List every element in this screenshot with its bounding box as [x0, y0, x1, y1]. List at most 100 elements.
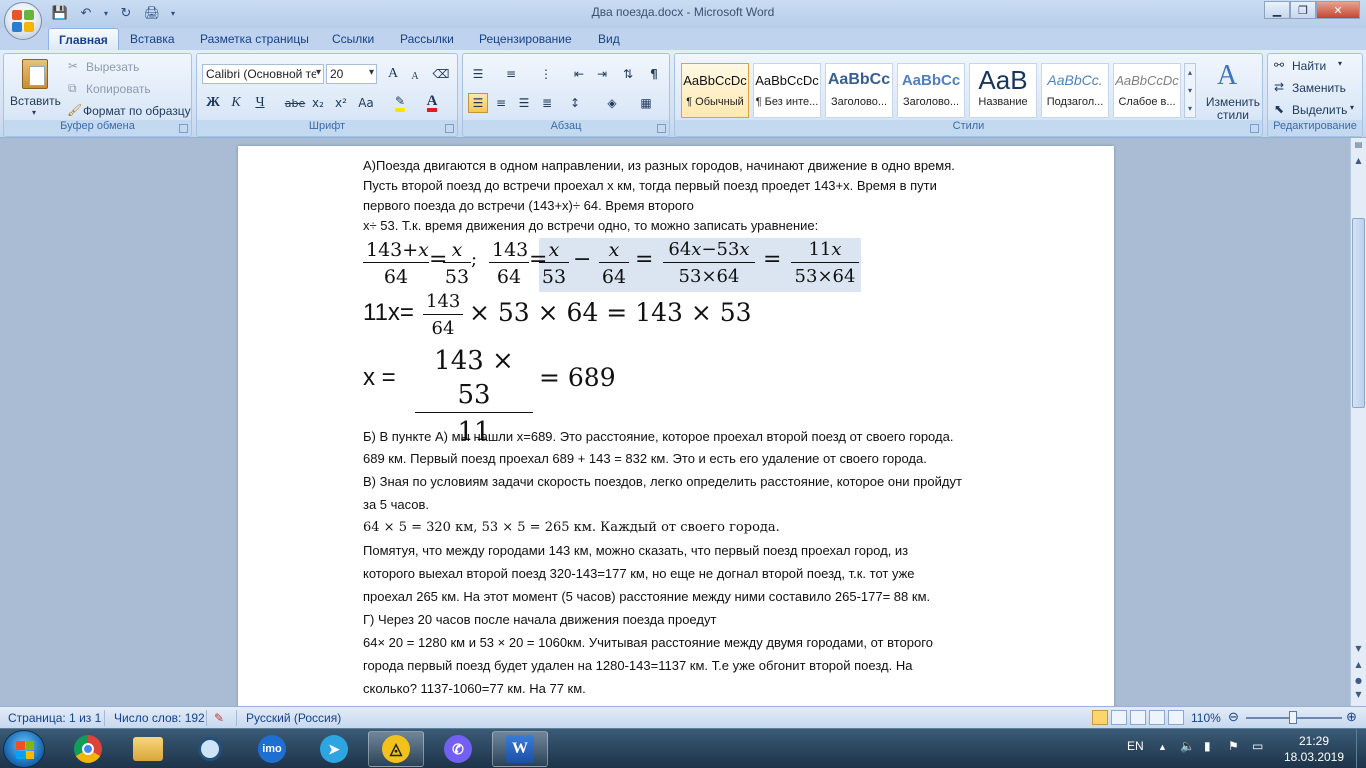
style-subtle-emphasis[interactable]: AaBbCcDc Слабое в...	[1113, 63, 1181, 118]
zoom-out-icon[interactable]: ⊖	[1228, 709, 1239, 725]
spelling-check-icon[interactable]: ✎	[214, 711, 224, 725]
equation-3[interactable]: х = 143 × 53 11 = 689	[363, 340, 1053, 447]
tab-mailings[interactable]: Рассылки	[390, 28, 464, 50]
search-tool-icon[interactable]	[182, 731, 238, 767]
find-button[interactable]: ⚯ Найти ▾	[1272, 58, 1360, 76]
style-title[interactable]: AaB Название	[969, 63, 1037, 118]
style-normal[interactable]: AaBbCcDc ¶ Обычный	[681, 63, 749, 118]
style-no-spacing[interactable]: AaBbCcDc ¶ Без инте...	[753, 63, 821, 118]
page-count[interactable]: Страница: 1 из 1	[8, 711, 101, 725]
browse-object-icon[interactable]: ●	[1352, 676, 1365, 689]
zoom-in-icon[interactable]: ⊕	[1346, 709, 1357, 725]
tab-page-layout[interactable]: Разметка страницы	[190, 28, 319, 50]
cut-button[interactable]: ✂ Вырезать	[66, 59, 186, 77]
superscript-icon[interactable]: x²	[331, 93, 351, 113]
clipboard-dialog-launcher[interactable]	[179, 124, 188, 133]
volume-icon[interactable]: 🔈	[1180, 739, 1195, 753]
word-count[interactable]: Число слов: 192	[114, 711, 205, 725]
archicad-icon[interactable]: ◬	[368, 731, 424, 767]
highlight-color-icon[interactable]: ✎	[390, 93, 410, 113]
tab-references[interactable]: Ссылки	[322, 28, 384, 50]
show-desktop-button[interactable]	[1356, 729, 1366, 768]
language-indicator[interactable]: Русский (Россия)	[246, 711, 341, 725]
line-spacing-icon[interactable]: ↕	[565, 93, 585, 113]
scroll-up-icon[interactable]: ▲	[1352, 156, 1365, 169]
clock[interactable]: 21:29 18.03.2019	[1282, 733, 1346, 765]
copy-button[interactable]: ⧉ Копировать	[66, 81, 186, 99]
viber-icon[interactable]: ✆	[430, 731, 486, 767]
decrease-indent-icon[interactable]: ⇤	[569, 64, 589, 84]
align-right-icon[interactable]: ☰	[514, 93, 534, 113]
word-icon[interactable]: W	[492, 731, 548, 767]
outline-view-icon[interactable]	[1149, 710, 1165, 725]
imo-icon[interactable]: imo	[244, 731, 300, 767]
minimize-button[interactable]: ▁	[1264, 1, 1290, 19]
justify-icon[interactable]: ≣	[537, 93, 557, 113]
align-left-icon[interactable]: ☰	[468, 93, 488, 113]
power-icon[interactable]: ▭	[1252, 739, 1263, 753]
tab-insert[interactable]: Вставка	[120, 28, 185, 50]
draft-view-icon[interactable]	[1168, 710, 1184, 725]
tab-view[interactable]: Вид	[588, 28, 630, 50]
shading-icon[interactable]: ◈	[602, 93, 622, 113]
font-dialog-launcher[interactable]	[445, 124, 454, 133]
paragraph-dialog-launcher[interactable]	[657, 124, 666, 133]
styles-scroll[interactable]: ▴ ▾ ▾	[1184, 63, 1196, 118]
bold-button[interactable]: Ж	[203, 93, 223, 113]
change-case-button[interactable]: Aa	[356, 93, 376, 113]
zoom-slider-thumb[interactable]	[1289, 711, 1297, 724]
style-heading-1[interactable]: AaBbCc Заголово...	[825, 63, 893, 118]
start-button[interactable]	[3, 730, 45, 768]
vertical-scrollbar[interactable]: ▤ ▲ ▼ ▲ ● ▼	[1350, 138, 1366, 706]
strikethrough-button[interactable]: abe	[285, 93, 306, 113]
italic-button[interactable]: К	[226, 93, 246, 113]
language-bar[interactable]: EN	[1127, 739, 1144, 753]
scrollbar-thumb[interactable]	[1352, 218, 1365, 408]
document-page[interactable]: А)Поезда двигаются в одном направлении, …	[238, 146, 1114, 706]
print-layout-view-icon[interactable]	[1092, 710, 1108, 725]
bullets-icon[interactable]: ☰	[468, 64, 488, 84]
previous-page-icon[interactable]: ▲	[1352, 660, 1365, 673]
sort-icon[interactable]: ⇅	[618, 64, 638, 84]
change-styles-button[interactable]: A Изменить стили	[1201, 58, 1261, 122]
show-hidden-icons[interactable]: ▲	[1158, 742, 1167, 752]
equation-2[interactable]: 11х= 143 64 × 53 × 64 = 143 × 53	[363, 291, 1053, 340]
zoom-level[interactable]: 110%	[1191, 711, 1221, 725]
style-subtitle[interactable]: AaBbCc. Подзагол...	[1041, 63, 1109, 118]
font-size-combo[interactable]: 20	[326, 64, 377, 84]
increase-indent-icon[interactable]: ⇥	[592, 64, 612, 84]
borders-icon[interactable]: ▦	[636, 93, 656, 113]
close-button[interactable]: ✕	[1316, 1, 1360, 19]
styles-dialog-launcher[interactable]	[1250, 124, 1259, 133]
file-explorer-icon[interactable]	[120, 731, 176, 767]
format-painter-button[interactable]: 🖌 Формат по образцу	[66, 103, 191, 121]
style-heading-2[interactable]: AaBbCc Заголово...	[897, 63, 965, 118]
underline-button[interactable]: Ч	[250, 93, 270, 113]
document-body[interactable]: А)Поезда двигаются в одном направлении, …	[363, 156, 1053, 700]
clear-format-icon[interactable]: ⌫	[431, 64, 451, 84]
tab-home[interactable]: Главная	[48, 28, 119, 50]
telegram-icon[interactable]: ➤	[306, 731, 362, 767]
select-button[interactable]: ⬉ Выделить ▾	[1272, 102, 1360, 120]
multilevel-list-icon[interactable]: ⋮	[536, 64, 556, 84]
replace-button[interactable]: ⇄ Заменить	[1272, 80, 1360, 98]
font-color-icon[interactable]: A	[422, 93, 442, 113]
chrome-icon[interactable]	[60, 731, 116, 767]
paste-button[interactable]: Вставить ▾	[8, 56, 62, 118]
full-screen-reading-icon[interactable]	[1111, 710, 1127, 725]
pilcrow-icon[interactable]: ¶	[644, 64, 664, 84]
network-icon[interactable]: ▮	[1204, 739, 1211, 753]
shrink-font-button[interactable]: A	[405, 66, 425, 86]
font-name-combo[interactable]: Calibri (Основной те	[202, 64, 324, 84]
web-layout-icon[interactable]	[1130, 710, 1146, 725]
align-center-icon[interactable]: ≡	[491, 93, 511, 113]
numbering-icon[interactable]: ≡	[501, 64, 521, 84]
next-page-icon[interactable]: ▼	[1352, 690, 1365, 703]
equation-1[interactable]: 143+𝑥 64 = 𝑥 53 ; 143 64 = 𝑥 53 − 𝑥 64 =…	[363, 238, 1053, 294]
scroll-down-icon[interactable]: ▼	[1352, 644, 1365, 657]
ruler-toggle-icon[interactable]: ▤	[1352, 140, 1365, 153]
subscript-icon[interactable]: x₂	[308, 93, 328, 113]
tab-review[interactable]: Рецензирование	[469, 28, 582, 50]
grow-font-button[interactable]: A	[383, 64, 403, 84]
office-button[interactable]	[4, 2, 42, 40]
